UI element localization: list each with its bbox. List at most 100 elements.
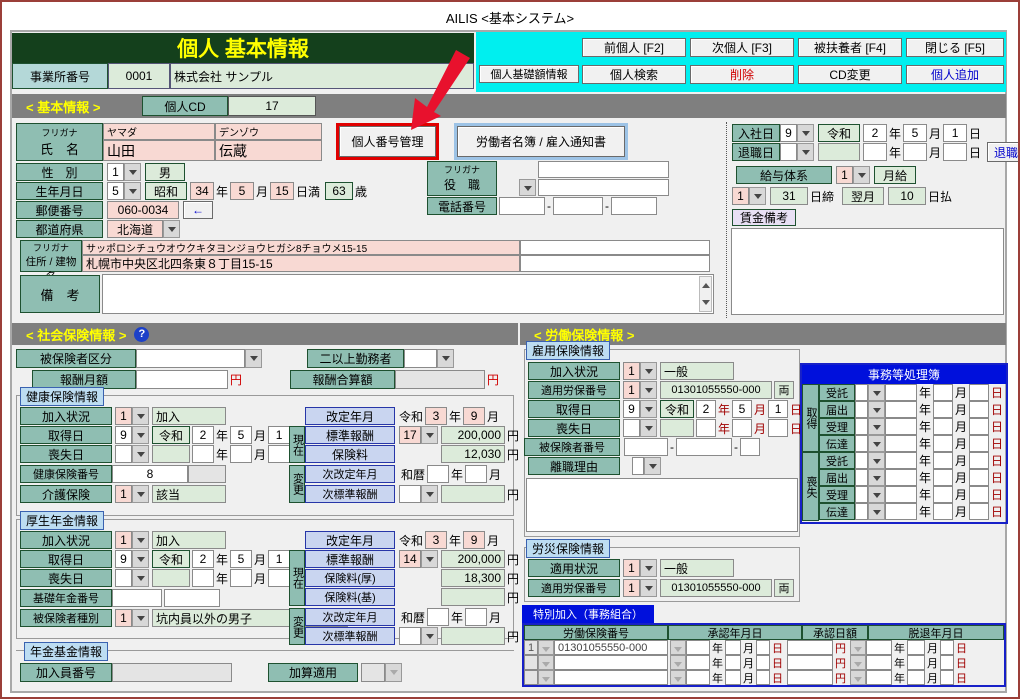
jimu-year[interactable] — [885, 469, 917, 486]
jimu-year[interactable] — [885, 452, 917, 469]
retire-day-field[interactable] — [943, 143, 967, 161]
delete-button[interactable]: 削除 — [690, 65, 794, 84]
kaigo-code[interactable]: 1 — [115, 485, 132, 503]
special-amount-field[interactable] — [787, 670, 833, 685]
cd-change-button[interactable]: CD変更 — [798, 65, 902, 84]
kosei-standard-dropdown[interactable] — [421, 550, 438, 568]
kosei-next-revision-year[interactable] — [427, 608, 449, 626]
closing-dropdown[interactable] — [749, 187, 766, 205]
kenpo-lost-month[interactable] — [230, 445, 252, 463]
kosei-next-standard-dropdown[interactable] — [421, 627, 438, 645]
monthly-pay-field[interactable] — [136, 370, 228, 389]
retire-era-code-field[interactable] — [780, 143, 797, 161]
special-amount-field[interactable] — [787, 640, 833, 655]
hire-era-code-field[interactable]: 9 — [780, 124, 797, 142]
jimu-code[interactable] — [855, 469, 868, 486]
kenpo-lost-day[interactable] — [268, 445, 290, 463]
retire-month-field[interactable] — [903, 143, 927, 161]
special-withdrawal-day[interactable] — [940, 655, 954, 670]
special-withdrawal-day[interactable] — [940, 640, 954, 655]
special-withdrawal-year[interactable] — [866, 670, 892, 685]
jimu-code[interactable] — [855, 418, 868, 435]
role-field[interactable] — [538, 179, 669, 196]
special-withdrawal-year[interactable] — [866, 655, 892, 670]
zip-field[interactable]: 060-0034 — [107, 201, 179, 219]
next-person-button[interactable]: 次個人 [F3] — [690, 38, 794, 57]
special-withdrawal-month[interactable] — [907, 640, 925, 655]
jimu-day[interactable] — [969, 503, 989, 520]
rosai-roho-dropdown[interactable] — [640, 579, 657, 597]
kenpo-standard-code[interactable]: 17 — [399, 426, 421, 444]
kiso-number-field-1[interactable] — [112, 589, 162, 607]
person-cd-field[interactable]: 17 — [228, 96, 316, 116]
address-extra-field[interactable] — [520, 255, 710, 272]
birth-era-dropdown[interactable] — [124, 182, 141, 200]
special-approval-year[interactable] — [686, 640, 710, 655]
special-withdrawal-month[interactable] — [907, 670, 925, 685]
special-row-code[interactable]: 1 — [524, 640, 538, 655]
jimu-code[interactable] — [855, 384, 868, 401]
close-button[interactable]: 閉じる [F5] — [906, 38, 1004, 57]
jimu-year[interactable] — [885, 486, 917, 503]
rosai-roho-code[interactable]: 1 — [623, 579, 640, 597]
insured-type-code[interactable]: 1 — [115, 609, 132, 627]
kosei-acquired-month[interactable]: 5 — [230, 550, 252, 568]
special-approval-year[interactable] — [686, 670, 710, 685]
jimu-dropdown[interactable] — [868, 435, 885, 452]
address-kana-extra-field[interactable] — [520, 240, 710, 255]
kenpo-acquired-code[interactable]: 9 — [115, 426, 132, 444]
kenpo-revision-month[interactable]: 9 — [463, 407, 485, 425]
kosei-acquired-day[interactable]: 1 — [268, 550, 290, 568]
special-approval-month[interactable] — [725, 640, 741, 655]
jimu-dropdown[interactable] — [868, 486, 885, 503]
special-withdrawal-day[interactable] — [940, 670, 954, 685]
pay-system-code-field[interactable]: 1 — [836, 166, 853, 184]
remarks-scrollbar[interactable] — [699, 276, 712, 312]
special-approval-day[interactable] — [756, 655, 770, 670]
insured-type-dropdown[interactable] — [132, 609, 149, 627]
phone-field-2[interactable] — [553, 197, 603, 215]
jimu-month[interactable] — [933, 384, 953, 401]
koyo-lost-code[interactable] — [623, 419, 640, 437]
special-row-number[interactable]: 01301055550-000 — [554, 640, 668, 655]
hire-era-dropdown[interactable] — [797, 124, 814, 142]
jimu-month[interactable] — [933, 469, 953, 486]
kosei-status-dropdown[interactable] — [132, 531, 149, 549]
special-row-dropdown[interactable] — [538, 670, 554, 685]
special-withdrawal-year[interactable] — [866, 640, 892, 655]
koyo-lost-dropdown[interactable] — [640, 419, 657, 437]
special-approval-dropdown[interactable] — [670, 640, 686, 655]
jimu-day[interactable] — [969, 452, 989, 469]
special-approval-dropdown[interactable] — [670, 670, 686, 685]
kenpo-acquired-year[interactable]: 2 — [192, 426, 214, 444]
koyo-acquired-month[interactable]: 5 — [732, 400, 752, 418]
special-row-code[interactable] — [524, 670, 538, 685]
jimu-year[interactable] — [885, 435, 917, 452]
basic-amount-button[interactable]: 個人基礎額情報 — [479, 65, 579, 83]
koyo-acquired-year[interactable]: 2 — [696, 400, 716, 418]
jimu-dropdown[interactable] — [868, 452, 885, 469]
hire-year-field[interactable]: 2 — [863, 124, 887, 142]
jimu-month[interactable] — [933, 503, 953, 520]
jimu-year[interactable] — [885, 384, 917, 401]
koyo-roho-code[interactable]: 1 — [623, 381, 640, 399]
leaving-reason-dropdown[interactable] — [644, 457, 661, 475]
retire-era-dropdown[interactable] — [797, 143, 814, 161]
lastname-field[interactable]: 山田 — [103, 140, 215, 161]
roster-button[interactable]: 労働者名簿 / 雇入通知書 — [457, 126, 625, 157]
phone-field-3[interactable] — [611, 197, 657, 215]
office-code-field[interactable]: 0001 — [108, 63, 170, 89]
kana-lastname-field[interactable]: ヤマダ — [103, 123, 215, 140]
kenpo-acquired-dropdown[interactable] — [132, 426, 149, 444]
kenpo-standard-dropdown[interactable] — [421, 426, 438, 444]
special-row-code[interactable] — [524, 655, 538, 670]
kosei-lost-code[interactable] — [115, 569, 132, 587]
special-approval-year[interactable] — [686, 655, 710, 670]
special-row-dropdown[interactable] — [538, 640, 554, 655]
koyo-roho-dropdown[interactable] — [640, 381, 657, 399]
birth-era-code-field[interactable]: 5 — [107, 182, 124, 200]
leaving-reason-field[interactable] — [632, 457, 644, 475]
sex-dropdown[interactable] — [124, 163, 141, 181]
special-approval-month[interactable] — [725, 670, 741, 685]
kosei-revision-year[interactable]: 3 — [425, 531, 447, 549]
